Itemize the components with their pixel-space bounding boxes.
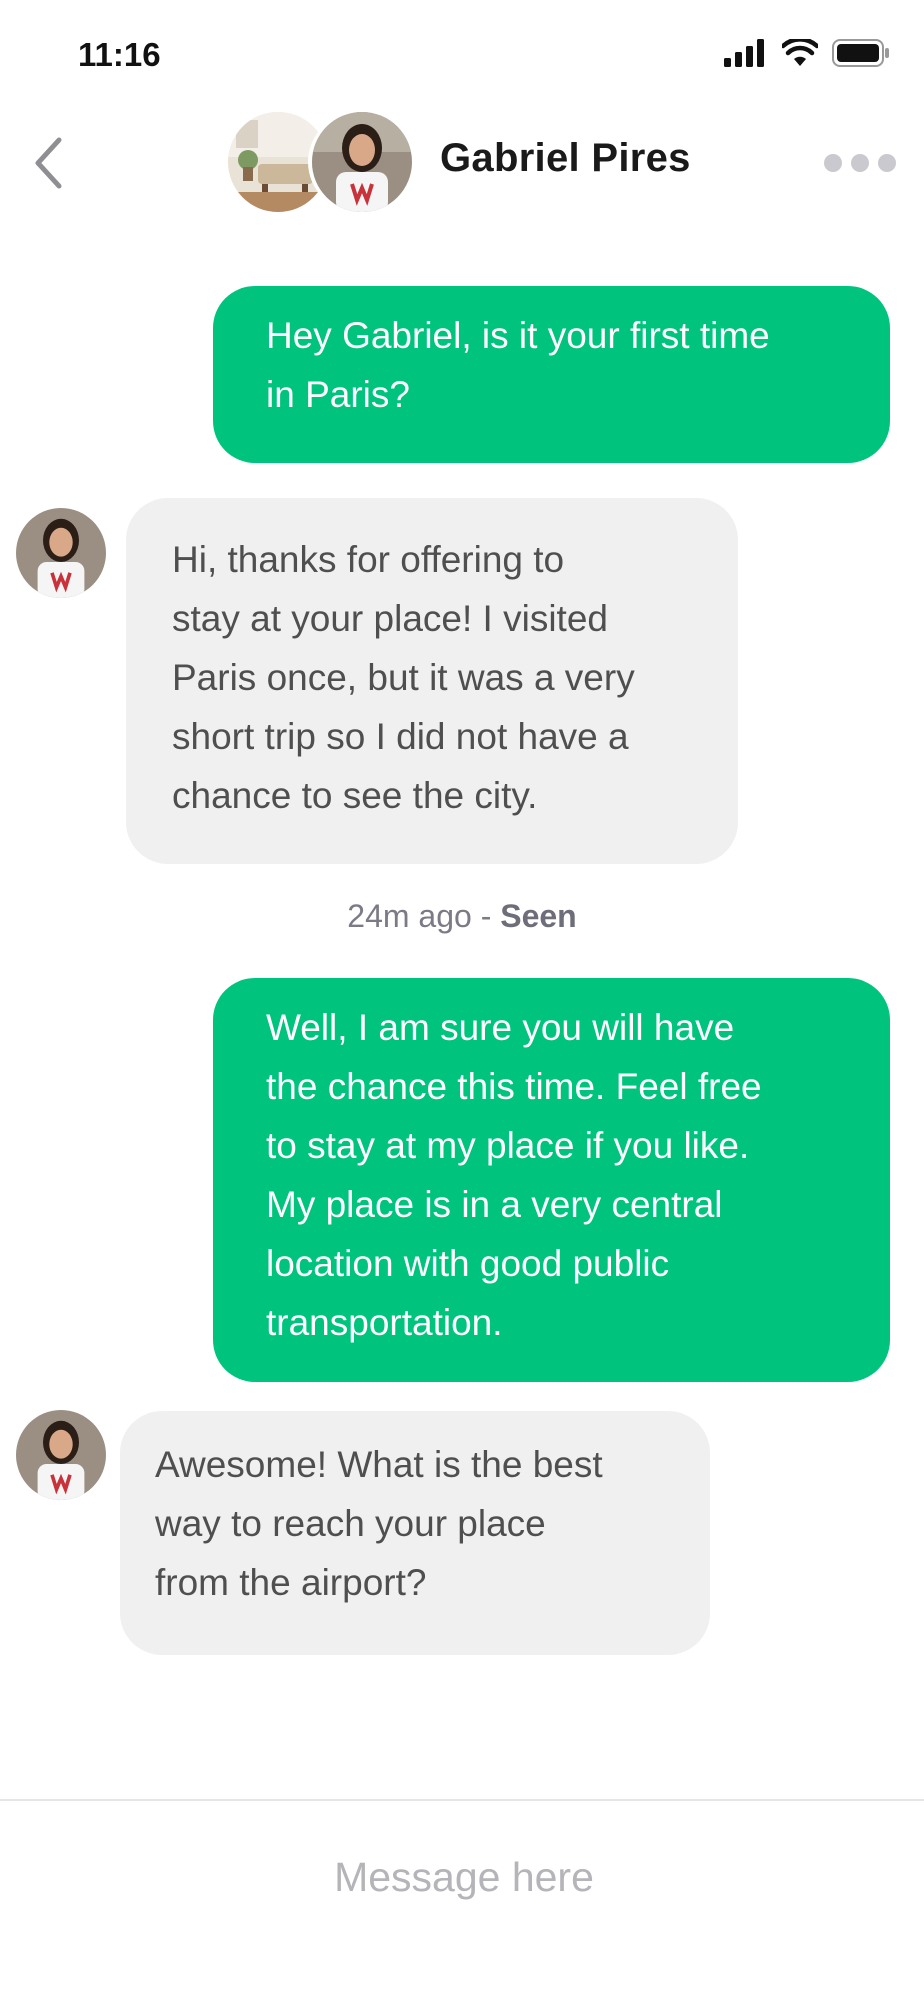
battery-icon bbox=[832, 38, 890, 72]
conversation-avatars[interactable] bbox=[228, 112, 414, 212]
contact-name[interactable]: Gabriel Pires bbox=[440, 136, 691, 181]
message-line: Well, I am sure you will have bbox=[266, 1007, 735, 1048]
signal-icon bbox=[724, 38, 768, 72]
message-line: location with good public bbox=[266, 1243, 670, 1284]
message-line: Hey Gabriel, is it your first time bbox=[266, 315, 770, 356]
read-receipt: 24m ago - Seen bbox=[0, 898, 924, 935]
status-bar: 11:16 bbox=[0, 0, 924, 110]
message-line: Paris once, but it was a very bbox=[172, 657, 635, 698]
message-line: short trip so I did not have a bbox=[172, 716, 629, 757]
sender-avatar[interactable] bbox=[16, 1410, 106, 1500]
contact-avatar bbox=[312, 112, 412, 212]
status-time: 11:16 bbox=[78, 36, 161, 73]
message-composer bbox=[0, 1799, 924, 2002]
message-bubble-sent[interactable]: Hey Gabriel, is it your first time in Pa… bbox=[213, 286, 890, 463]
message-line: to stay at my place if you like. bbox=[266, 1125, 750, 1166]
more-options-button[interactable] bbox=[824, 148, 896, 178]
back-button[interactable] bbox=[26, 130, 78, 196]
message-line: from the airport? bbox=[155, 1562, 427, 1603]
message-bubble-received[interactable]: Hi, thanks for offering to stay at your … bbox=[126, 498, 738, 864]
message-line: stay at your place! I visited bbox=[172, 598, 608, 639]
receipt-status: Seen bbox=[500, 898, 577, 934]
message-bubble-sent[interactable]: Well, I am sure you will have the chance… bbox=[213, 978, 890, 1382]
message-line: transportation. bbox=[266, 1302, 503, 1343]
wifi-icon bbox=[780, 36, 820, 72]
receipt-separator: - bbox=[471, 898, 501, 934]
sender-avatar[interactable] bbox=[16, 508, 106, 598]
back-chevron-icon bbox=[26, 137, 78, 200]
message-line: chance to see the city. bbox=[172, 775, 538, 816]
more-dots-icon bbox=[824, 154, 842, 172]
chat-header: Gabriel Pires bbox=[0, 100, 924, 230]
message-input[interactable] bbox=[0, 1841, 924, 1913]
message-line: the chance this time. Feel free bbox=[266, 1066, 762, 1107]
message-line: Awesome! What is the best bbox=[155, 1444, 603, 1485]
message-line: Hi, thanks for offering to bbox=[172, 539, 565, 580]
status-icons bbox=[724, 36, 890, 72]
message-line: in Paris? bbox=[266, 374, 410, 415]
receipt-time: 24m ago bbox=[347, 898, 472, 934]
message-line: way to reach your place bbox=[155, 1503, 546, 1544]
message-line: My place is in a very central bbox=[266, 1184, 723, 1225]
message-bubble-received[interactable]: Awesome! What is the best way to reach y… bbox=[120, 1411, 710, 1655]
